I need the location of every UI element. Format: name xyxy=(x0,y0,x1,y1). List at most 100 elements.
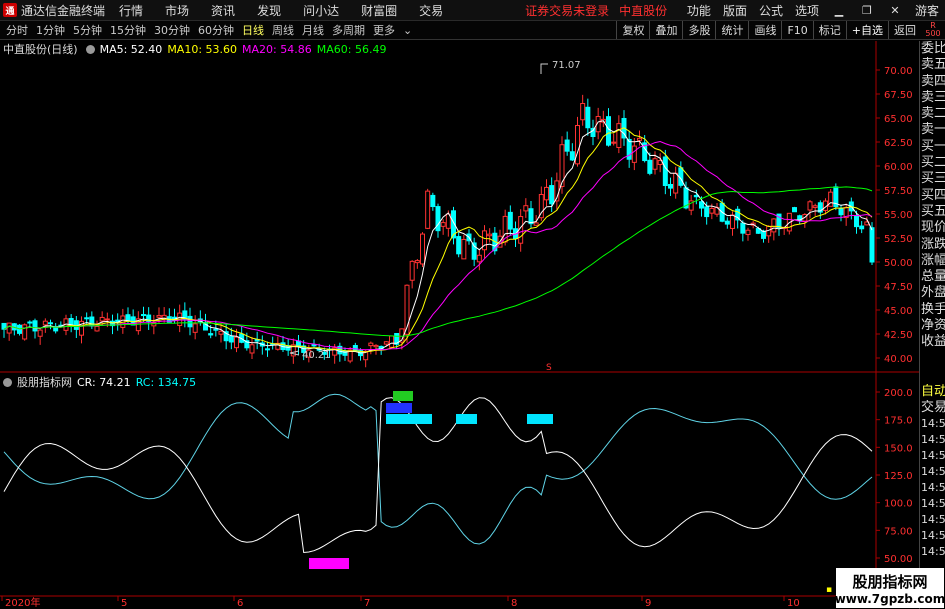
side-panel-item[interactable]: 涨跌 xyxy=(920,237,945,253)
side-panel-mode[interactable]: 自动 xyxy=(920,384,945,400)
side-panel-item[interactable]: 卖一 xyxy=(920,122,945,138)
candle-body xyxy=(37,329,43,337)
indicator-tick-label: 150.0 xyxy=(884,443,913,454)
candle-body xyxy=(94,325,100,332)
side-panel-time: 14:56 xyxy=(921,497,945,510)
side-panel-item[interactable]: 收益 xyxy=(920,334,945,350)
indicator-tick-label: 75.00 xyxy=(884,526,913,537)
candle-body xyxy=(476,254,482,263)
candle-body xyxy=(709,207,715,214)
candle-body xyxy=(89,316,95,327)
candle-body xyxy=(156,315,162,318)
candle-body xyxy=(807,201,813,211)
side-panel-time: 14:56 xyxy=(921,545,945,558)
side-panel-item[interactable]: 委比 xyxy=(920,41,945,57)
candle-body xyxy=(249,344,255,354)
candle-body xyxy=(27,321,33,324)
side-panel-item[interactable]: 买二 xyxy=(920,155,945,171)
candle-body xyxy=(218,330,224,335)
side-panel-item[interactable]: 现价 xyxy=(920,220,945,236)
event-marker-dot: ▪ xyxy=(826,585,832,595)
signal-cyan-1 xyxy=(386,414,432,424)
candle-body xyxy=(234,336,239,349)
candle-body xyxy=(187,315,193,328)
date-tick-label: 5 xyxy=(121,598,127,609)
candle-body xyxy=(637,137,642,141)
side-panel-mode[interactable]: 交易 xyxy=(920,400,945,416)
candle-body xyxy=(352,345,358,351)
quote-side-panel: 委比 卖五 卖四 卖三 卖二 卖一 买一 买二 买三 买四 买五 现价 涨跌 涨幅 总量 外盘 换手 净资 收益 自… xyxy=(919,41,945,609)
candle-body xyxy=(699,201,704,209)
date-tick-label: 9 xyxy=(645,598,651,609)
candle-body xyxy=(652,158,658,170)
side-panel-item[interactable]: 净资 xyxy=(920,318,945,334)
candle-body xyxy=(48,322,53,325)
candle-body xyxy=(792,207,797,213)
side-panel-item[interactable]: 外盘 xyxy=(920,285,945,301)
side-panel-item[interactable]: 买四 xyxy=(920,188,945,204)
candle-body xyxy=(125,314,131,321)
high-label: 71.07 xyxy=(552,60,581,71)
candle-body xyxy=(6,322,12,334)
signal-cyan-3 xyxy=(527,414,553,424)
side-panel-time: 14:56 xyxy=(921,417,945,430)
markers xyxy=(309,391,553,569)
candle-body xyxy=(84,317,90,320)
candle-body xyxy=(745,229,751,236)
side-panel-item[interactable]: 换手 xyxy=(920,302,945,318)
candle-body xyxy=(812,205,818,208)
indicator-tick-label: 200.0 xyxy=(884,388,913,399)
watermark-line2: www.7gpzb.com xyxy=(834,591,945,606)
candle-body xyxy=(383,341,389,345)
side-panel-item[interactable]: 卖四 xyxy=(920,74,945,90)
price-tick-label: 60.00 xyxy=(884,162,913,173)
side-panel-item[interactable]: 买五 xyxy=(920,204,945,220)
price-tick-label: 40.00 xyxy=(884,354,913,365)
date-tick-label: 2020年 xyxy=(5,596,40,609)
candle-body xyxy=(487,233,493,237)
candle-body xyxy=(373,344,379,348)
kline-chart[interactable]: 70.00 67.50 65.00 62.50 60.00 57.50 55.00 52.50… xyxy=(0,0,919,609)
candle-body xyxy=(647,159,653,174)
watermark-line1: 股朋指标网 xyxy=(852,572,928,591)
candle-body xyxy=(606,116,611,146)
candle-body xyxy=(342,350,348,356)
candle-body xyxy=(549,185,555,205)
price-tick-label: 57.50 xyxy=(884,186,913,197)
candle-body xyxy=(192,323,198,333)
price-tick-label: 55.00 xyxy=(884,210,913,221)
side-panel-item[interactable]: 总量 xyxy=(920,269,945,285)
rc-line xyxy=(3,393,873,545)
side-panel-time: 14:56 xyxy=(921,465,945,478)
side-panel-item[interactable]: 卖五 xyxy=(920,57,945,73)
r-badge[interactable]: R 500 xyxy=(921,22,945,38)
price-tick-label: 45.00 xyxy=(884,306,913,317)
candle-body xyxy=(208,333,214,336)
low-annotation: 40.21 xyxy=(289,350,331,361)
candle-body xyxy=(569,151,575,161)
candle-body xyxy=(528,208,534,225)
candle-body xyxy=(430,194,436,208)
candle-body xyxy=(389,335,394,348)
price-tick-label: 62.50 xyxy=(884,138,913,149)
candle-body xyxy=(265,348,270,351)
price-tick-label: 50.00 xyxy=(884,258,913,269)
candle-body xyxy=(859,225,865,230)
side-panel-item[interactable]: 买三 xyxy=(920,171,945,187)
side-panel-item[interactable]: 涨幅 xyxy=(920,253,945,269)
side-panel-item[interactable]: 卖二 xyxy=(920,106,945,122)
candle-body xyxy=(507,211,513,230)
candle-body xyxy=(724,220,730,225)
candle-body xyxy=(693,194,699,198)
low-label: 40.21 xyxy=(302,350,331,361)
candle-body xyxy=(68,318,74,326)
candle-body xyxy=(22,324,28,340)
candle-body xyxy=(523,205,529,212)
candle-body xyxy=(838,207,844,216)
indicator-tick-label: 50.00 xyxy=(884,554,913,565)
candle-body xyxy=(141,314,146,317)
candle-body xyxy=(99,316,105,322)
side-panel-item[interactable]: 卖三 xyxy=(920,90,945,106)
signal-cyan-2 xyxy=(456,414,477,424)
side-panel-item[interactable]: 买一 xyxy=(920,139,945,155)
